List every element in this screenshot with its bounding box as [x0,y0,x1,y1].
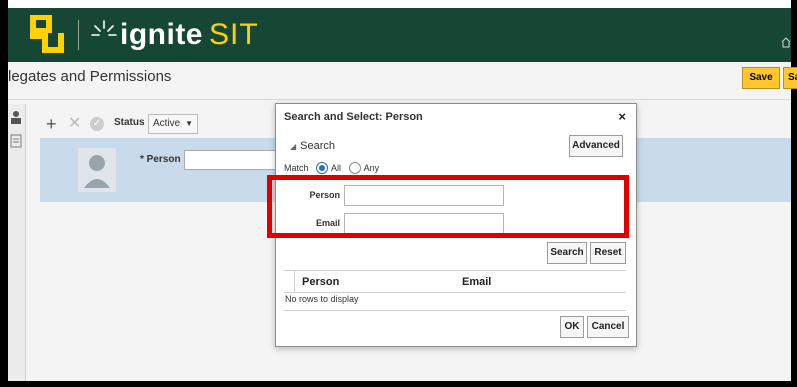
bu-logo-icon[interactable] [28,13,68,57]
brand-word: ignite [120,18,203,51]
status-select-value: Active [153,118,181,129]
title-divider [8,99,791,100]
person-field[interactable] [184,150,284,170]
close-icon[interactable]: × [618,109,626,124]
results-table-top-rule [284,270,626,271]
avatar [78,148,116,192]
match-all-radio[interactable] [316,162,329,174]
save-button[interactable]: Save [742,67,780,89]
match-all-label: All [331,163,342,173]
left-rail [8,104,26,381]
person-icon[interactable] [10,110,22,124]
match-label: Match [284,163,309,173]
cancel-button[interactable]: Cancel [587,316,629,338]
plus-icon[interactable]: + [46,114,57,134]
save-and-close-button[interactable]: Sa [783,67,797,89]
match-any-label: Any [363,163,380,173]
table-toolbar: + ✕ ✓ Status Active ▼ [46,114,306,134]
close-icon[interactable]: ✕ [68,114,81,134]
search-disclosure-label: Search [300,140,336,152]
dialog-title: Search and Select: Person [284,111,423,123]
match-any-radio[interactable] [348,162,361,174]
caret-down-icon: ▼ [185,119,193,128]
column-header-email[interactable]: Email [462,276,491,288]
results-table-bottom-rule [284,310,626,311]
empty-results-text: No rows to display [285,294,359,304]
match-row: Match All Any [284,162,379,176]
spark-icon [91,20,117,36]
document-icon[interactable] [10,134,22,148]
status-label: Status [114,117,145,128]
page-title: legates and Permissions [8,68,172,85]
ok-button[interactable]: OK [560,316,584,338]
annotation-highlight-box [267,175,629,238]
person-label: * Person [140,154,181,165]
home-icon[interactable] [781,36,791,48]
check-icon[interactable]: ✓ [90,117,104,131]
brand-env: SIT [209,18,259,51]
search-disclosure[interactable]: ◢ Search [290,140,335,152]
triangle-down-icon: ◢ [290,142,297,151]
results-table-header-rule [284,292,626,293]
reset-button[interactable]: Reset [590,242,626,264]
brand-title: ignite SIT [120,18,259,52]
results-table-col-sep [294,270,295,293]
app-header: ignite SIT [8,8,791,62]
status-select[interactable]: Active ▼ [148,114,198,134]
search-button[interactable]: Search [547,242,587,264]
advanced-button[interactable]: Advanced [569,135,623,157]
column-header-person[interactable]: Person [302,276,339,288]
header-divider [78,20,79,50]
